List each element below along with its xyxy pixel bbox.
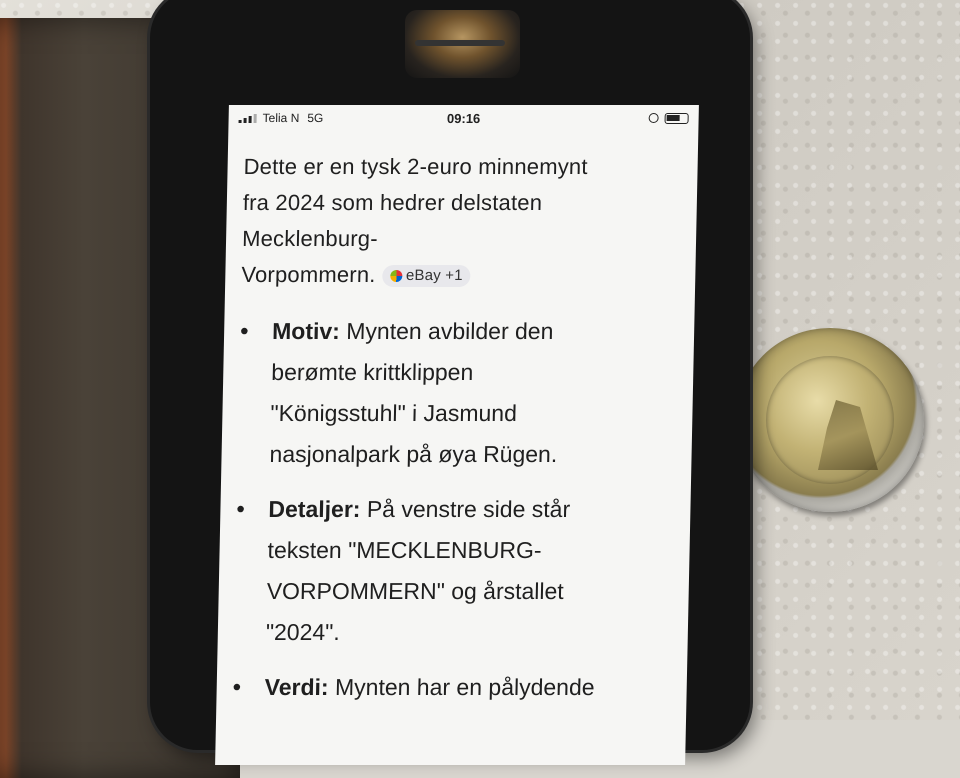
intro-paragraph: Dette er en tysk 2-euro minnemynt fra 20…	[241, 149, 682, 293]
bullet-text: Mynten avbilder den	[339, 318, 554, 344]
intro-line: fra 2024 som hedrer delstaten	[242, 190, 543, 215]
bullet-text: teksten "MECKLENBURG-	[267, 537, 542, 563]
status-time: 09:16	[446, 110, 481, 126]
list-item: Motiv: Mynten avbilder den berømte kritt…	[237, 311, 678, 475]
source-chip-label: eBay +1	[405, 267, 463, 285]
coin-cliff-relief	[818, 400, 878, 470]
intro-line: Mecklenburg-	[241, 226, 379, 251]
bullet-text: "Königsstuhl" i Jasmund	[270, 400, 518, 426]
phone-screen: Telia N 5G 09:16 Dette er en tysk 2-euro…	[215, 105, 699, 765]
list-item: Verdi: Mynten har en pålydende	[232, 667, 671, 708]
intro-line: Vorpommern.	[241, 262, 376, 287]
coin-center	[766, 356, 894, 484]
smartphone: Telia N 5G 09:16 Dette er en tysk 2-euro…	[150, 0, 750, 765]
two-euro-coin	[736, 328, 924, 512]
ebay-logo-icon	[389, 270, 403, 283]
bullet-label: Detaljer:	[268, 496, 361, 522]
answer-content: Dette er en tysk 2-euro minnemynt fra 20…	[216, 131, 698, 708]
source-chip[interactable]: eBay +1	[381, 265, 471, 288]
bullet-text: berømte krittklippen	[271, 359, 474, 385]
status-bar: Telia N 5G 09:16	[228, 105, 699, 131]
bullet-text: nasjonalpark på øya Rügen.	[269, 441, 558, 467]
battery-icon	[664, 112, 689, 124]
earpiece-speaker	[415, 40, 505, 46]
wallet-stitching	[0, 58, 6, 758]
bullet-text: Mynten har en pålydende	[328, 674, 595, 700]
bullet-text: VORPOMMERN" og årstallet	[266, 578, 565, 604]
bullet-list: Motiv: Mynten avbilder den berømte kritt…	[232, 311, 678, 708]
bullet-text: På venstre side står	[360, 496, 571, 522]
bullet-label: Verdi:	[264, 674, 329, 700]
bullet-label: Motiv:	[271, 318, 341, 344]
intro-line: Dette er en tysk 2-euro minnemynt	[243, 154, 588, 179]
list-item: Detaljer: På venstre side står teksten "…	[233, 489, 674, 653]
bullet-text: "2024".	[265, 619, 341, 645]
